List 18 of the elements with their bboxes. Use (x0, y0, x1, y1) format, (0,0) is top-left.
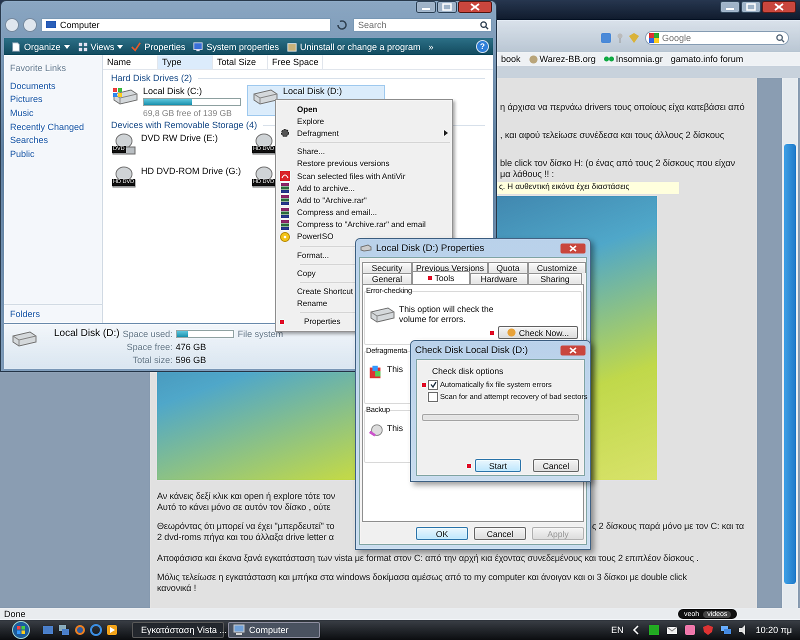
paragraph-text: 2 dvd-roms πήγα και του άλλαξα drive letter α (157, 532, 334, 542)
dialog-title: Local Disk (D:) Properties (376, 242, 484, 254)
section-heading: Favorite Links (10, 63, 68, 73)
paragraph-text: Μόλις τελείωσε η εγκατάσταση και μπήκα στα windows δοκίμασα αμέσως από το my computer και άνοιγαν και οι 3 δίσκοι με double click (157, 572, 687, 582)
paragraph-text: η άρχισα να περνάω drivers τους οποίους είχα κατεβάσει από (500, 102, 745, 112)
paragraph-text: Αποφάσισα και έκανα ξανά εγκατάσταση των vista με format στον C: από την αρχή κια έχοντας συνεδεμένους και τους 2 επιπλέον δίσκους . (157, 553, 699, 563)
image-caption: ς. Η αυθεντική εικόνα έχει διαστάσεις (497, 182, 679, 194)
description-text: This option will check the volume for errors. (399, 304, 494, 324)
description-text: This (387, 423, 404, 433)
paragraph-text: Θεωρόντας ότι μπορεί να έχει "μπερδευτεί" το (157, 521, 334, 531)
paragraph-text: μα λάθους !! : (500, 169, 554, 179)
status-text: Done (4, 609, 26, 619)
paragraph-text: ς 2 δίσκους παρά μόνο με τον C: και τα (592, 521, 744, 531)
paragraph-text: κανονικά ! (157, 583, 196, 593)
paragraph-text: Αν κάνεις δεξί κλικ και open ή explore τότε τον (157, 491, 336, 501)
paragraph-text: , και αφού τελείωσε συνέδεσα και τους άλλους 2 δίσκους (500, 130, 724, 140)
paragraph-text: ble click τον δίσκο H: (ο ένας από τους 2 δίσκους που είχαν (500, 158, 736, 168)
paragraph-text: Αυτό το κάνει μόνο σε αυτόν τον δίσκο , ούτε (157, 502, 330, 512)
